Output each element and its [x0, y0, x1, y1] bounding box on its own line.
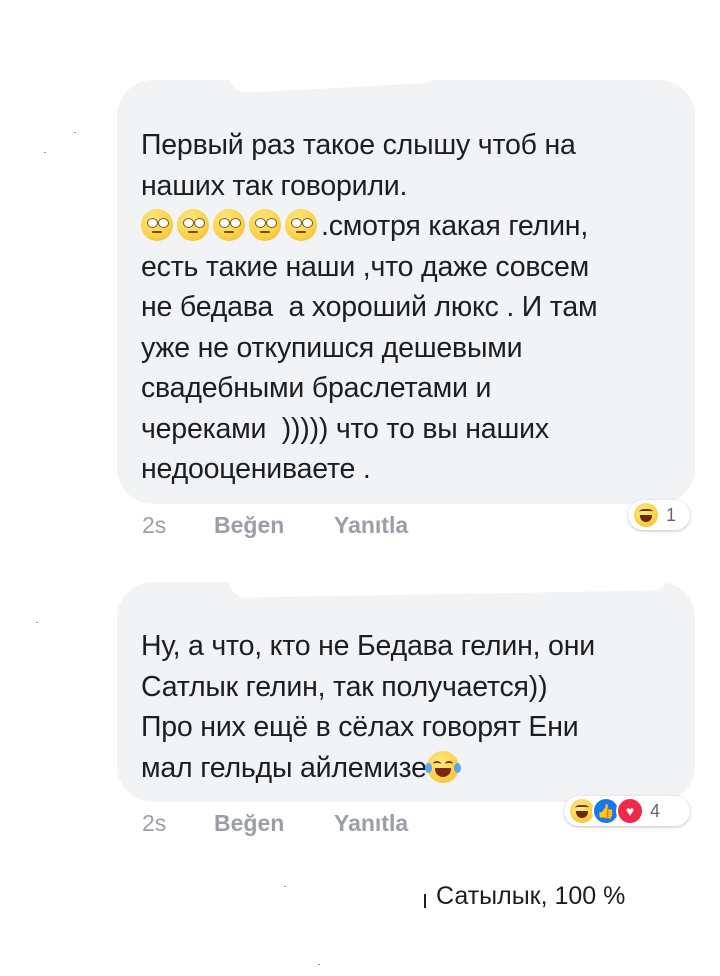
redacted-author-name	[228, 48, 440, 94]
reaction-summary-1[interactable]: 1	[628, 500, 690, 530]
reply-link[interactable]: Yanıtla	[334, 810, 408, 837]
image-speck	[318, 964, 320, 965]
comment-text-1-part-2: .смотря какая гелин, есть такие наши ,чт…	[141, 210, 598, 485]
comment-bubble-1: Первый раз такое слышу чтоб на наших так…	[117, 48, 695, 504]
caption-mark	[424, 894, 426, 908]
like-link[interactable]: Beğen	[214, 810, 284, 837]
reaction-count: 1	[666, 504, 677, 525]
joy-icon	[424, 750, 461, 783]
eye-roll-emoji-icon	[285, 209, 317, 241]
caption-text: Сатылык, 100 %	[436, 882, 626, 910]
image-speck	[36, 622, 38, 623]
image-speck	[44, 152, 46, 153]
reaction-count: 4	[650, 800, 661, 821]
redacted-author-name	[228, 556, 670, 598]
comment-bubble-2: Ну, а что, кто не Бедава гелин, они Сатл…	[117, 556, 695, 802]
comment-time[interactable]: 2s	[142, 512, 166, 539]
love-icon: ♥	[616, 797, 644, 825]
eye-roll-emoji-icon	[177, 209, 209, 241]
comment-text-1-part-1: Первый раз такое слышу чтоб на наших так…	[141, 129, 576, 202]
comment-time[interactable]: 2s	[142, 810, 166, 837]
like-link[interactable]: Beğen	[214, 512, 284, 539]
comment-text-1: Первый раз такое слышу чтоб на наших так…	[141, 125, 673, 490]
comment-text-2-body: Ну, а что, кто не Бедава гелин, они Сатл…	[141, 630, 595, 784]
image-speck	[74, 132, 76, 133]
comment-text-2: Ну, а что, кто не Бедава гелин, они Сатл…	[141, 626, 673, 788]
eye-roll-emoji-icon	[213, 209, 245, 241]
image-speck	[284, 886, 286, 887]
haha-icon	[632, 501, 660, 529]
eye-roll-emoji-icon	[249, 209, 281, 241]
reply-link[interactable]: Yanıtla	[334, 512, 408, 539]
eye-roll-emoji-icon	[141, 209, 173, 241]
reaction-summary-2[interactable]: 👍 ♥ 4	[564, 796, 690, 826]
